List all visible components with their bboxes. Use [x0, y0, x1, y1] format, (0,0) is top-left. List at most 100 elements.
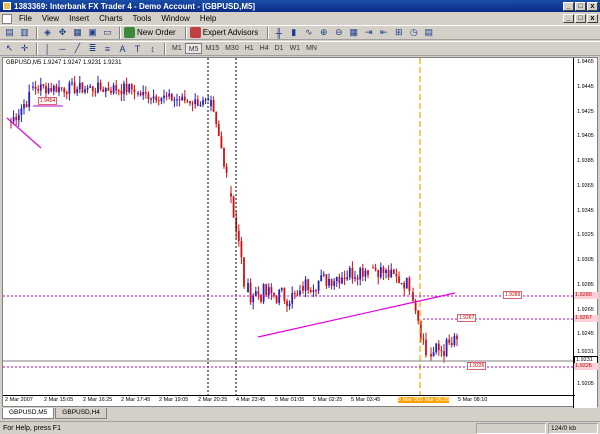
- tab-gbpusd-h4[interactable]: GBPUSD,H4: [55, 408, 107, 419]
- horizontal-line-icon[interactable]: ─: [56, 43, 69, 55]
- candle-body: [58, 87, 60, 93]
- candle-body: [71, 82, 73, 84]
- chart-tabs: GBPUSD,M5 GBPUSD,H4: [2, 408, 108, 419]
- arrow-icon[interactable]: ↕: [146, 43, 159, 55]
- candle-body: [247, 283, 249, 293]
- mdi-close-button[interactable]: x: [587, 14, 598, 23]
- candle-body: [181, 96, 184, 101]
- candle-body: [359, 268, 362, 280]
- timeframe-m30[interactable]: M30: [222, 43, 242, 54]
- crosshair-icon[interactable]: ✛: [18, 43, 31, 55]
- menu-window[interactable]: Window: [156, 14, 194, 23]
- candle-body: [78, 82, 81, 89]
- trendline-icon[interactable]: ╱: [71, 43, 84, 55]
- candle-body: [212, 100, 215, 112]
- vertical-line-icon[interactable]: │: [41, 43, 54, 55]
- timeframe-h4[interactable]: H4: [257, 43, 272, 54]
- menu-insert[interactable]: Insert: [64, 14, 94, 23]
- candle-body: [191, 103, 194, 105]
- tester-icon[interactable]: ▭: [101, 27, 114, 39]
- candle-body: [343, 277, 346, 280]
- candle-body: [395, 274, 398, 277]
- new-chart-icon[interactable]: ▤: [3, 27, 16, 39]
- candle-body: [84, 89, 86, 93]
- candle-body: [299, 290, 301, 295]
- time-tick-label: 2 Mar 17:45: [121, 397, 151, 403]
- chart-window-icon[interactable]: [2, 13, 12, 24]
- channel-icon[interactable]: ≣: [86, 43, 99, 55]
- time-tick-label: 4 Mar 23:45: [236, 397, 266, 403]
- maximize-button[interactable]: □: [575, 1, 586, 11]
- line-chart-icon[interactable]: ∿: [302, 27, 315, 39]
- indicators-icon[interactable]: ⊞: [392, 27, 405, 39]
- text-icon[interactable]: A: [116, 43, 129, 55]
- candle-body: [230, 193, 232, 197]
- zoom-in-icon[interactable]: ⊕: [317, 27, 330, 39]
- tile-windows-icon[interactable]: ▦: [347, 27, 360, 39]
- navigator-icon[interactable]: ✥: [56, 27, 69, 39]
- templates-icon[interactable]: ▤: [422, 27, 435, 39]
- fibonacci-icon[interactable]: ≡: [101, 43, 114, 55]
- data-window-icon[interactable]: ▦: [71, 27, 84, 39]
- cursor-icon[interactable]: ↖: [3, 43, 16, 55]
- menu-file[interactable]: File: [14, 14, 37, 23]
- candle-body: [215, 111, 218, 124]
- mdi-restore-button[interactable]: □: [575, 14, 586, 23]
- candle-body: [453, 335, 456, 346]
- periods-icon[interactable]: ◷: [407, 27, 420, 39]
- timeframe-d1[interactable]: D1: [272, 43, 287, 54]
- candle-body: [317, 280, 320, 291]
- autoscroll-icon[interactable]: ⇥: [362, 27, 375, 39]
- mdi-minimize-button[interactable]: _: [563, 14, 574, 23]
- menu-tools[interactable]: Tools: [128, 14, 157, 23]
- candle-body: [189, 101, 191, 104]
- candle-body: [312, 290, 315, 292]
- candle-body: [243, 257, 245, 287]
- candle-body: [117, 90, 120, 92]
- tab-gbpusd-m5[interactable]: GBPUSD,M5: [2, 408, 55, 419]
- candle-body: [110, 90, 112, 93]
- terminal-icon[interactable]: ▣: [86, 27, 99, 39]
- candle-body: [225, 166, 228, 173]
- candle-body: [262, 284, 265, 302]
- candle-body: [32, 86, 34, 88]
- candle-body: [275, 295, 278, 303]
- candle-body: [403, 283, 406, 289]
- candle-body: [270, 287, 273, 294]
- menu-help[interactable]: Help: [195, 14, 221, 23]
- label-icon[interactable]: T: [131, 43, 144, 55]
- candle-body: [450, 342, 453, 346]
- timeframe-m15[interactable]: M15: [202, 43, 222, 54]
- timeframe-w1[interactable]: W1: [287, 43, 304, 54]
- bar-chart-icon[interactable]: ╫: [272, 27, 285, 39]
- timeframe-m1[interactable]: M1: [169, 43, 185, 54]
- time-tick-label: 5 Mar 02:25: [313, 397, 343, 403]
- new-order-button[interactable]: New Order: [124, 27, 176, 38]
- menu-charts[interactable]: Charts: [94, 14, 128, 23]
- expert-advisors-icon: [189, 27, 201, 38]
- candle-body: [377, 269, 380, 278]
- candle-body: [104, 88, 107, 92]
- candlestick-icon[interactable]: ▮: [287, 27, 300, 39]
- candle-body: [194, 99, 197, 105]
- timeframe-h1[interactable]: H1: [242, 43, 257, 54]
- candle-body: [240, 241, 243, 258]
- candle-body: [63, 88, 66, 93]
- timeframe-mn[interactable]: MN: [303, 43, 320, 54]
- close-button[interactable]: x: [587, 1, 598, 11]
- profiles-icon[interactable]: ▥: [18, 27, 31, 39]
- candle-body: [186, 100, 189, 102]
- menu-view[interactable]: View: [37, 14, 64, 23]
- price-chart[interactable]: GBPUSD,M5 1.9247 1.9247 1.9231 1.9231 1.…: [2, 57, 598, 408]
- chart-canvas[interactable]: [3, 58, 575, 396]
- chart-shift-icon[interactable]: ⇤: [377, 27, 390, 39]
- candle-body: [165, 95, 168, 97]
- expert-advisors-button[interactable]: Expert Advisors: [189, 27, 258, 38]
- candle-body: [348, 268, 351, 278]
- timeframe-m5[interactable]: M5: [184, 43, 203, 54]
- market-watch-icon[interactable]: ◈: [41, 27, 54, 39]
- candle-body: [286, 300, 288, 306]
- candle-body: [408, 277, 411, 291]
- zoom-out-icon[interactable]: ⊖: [332, 27, 345, 39]
- minimize-button[interactable]: _: [563, 1, 574, 11]
